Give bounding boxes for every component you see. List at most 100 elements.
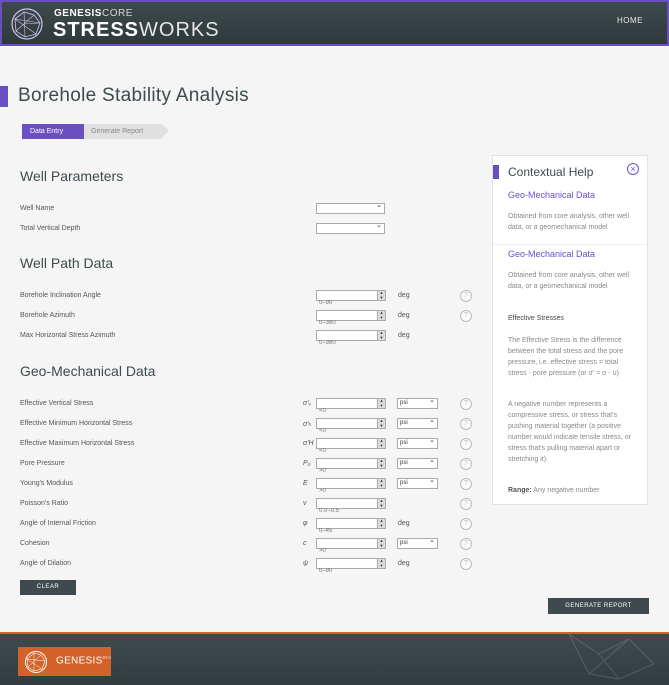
dilation-label: Angle of Dilation xyxy=(20,560,71,567)
dilation-unit: deg xyxy=(398,560,410,567)
dilation-input[interactable]: ▲▼ xyxy=(316,558,386,576)
help-question-icon[interactable]: ? xyxy=(460,498,472,510)
genesis-globe-icon xyxy=(25,651,47,673)
spinner-icon[interactable]: ▲ ▼ xyxy=(377,310,385,320)
azimuth-input[interactable]: ▲▼ xyxy=(316,310,386,328)
poissons-ratio-label: Poisson's Ratio xyxy=(20,500,69,507)
youngs-modulus-field[interactable] xyxy=(317,486,377,496)
generate-report-button[interactable]: GENERATE REPORT xyxy=(548,598,649,614)
youngs-modulus-input[interactable]: ▲▼ xyxy=(316,478,386,496)
eff-vertical-stress-field[interactable] xyxy=(317,406,377,416)
spinner-icon[interactable]: ▲ ▼ xyxy=(377,478,385,488)
spinner-icon[interactable]: ▲ ▼ xyxy=(377,538,385,548)
internal-friction-input[interactable]: ▲▼ xyxy=(316,518,386,536)
poissons-ratio-input[interactable]: ▲▼ xyxy=(316,498,386,516)
help-text-2: Obtained from core analysis, other well … xyxy=(508,272,629,290)
max-stress-azimuth-field[interactable] xyxy=(317,338,377,348)
inclination-input[interactable]: ▲▼ xyxy=(316,290,386,308)
pore-pressure-input[interactable]: ▲▼ xyxy=(316,458,386,476)
eff-vertical-stress-input[interactable]: ▲▼ xyxy=(316,398,386,416)
cohesion-unit-select[interactable]: psi xyxy=(397,536,438,549)
eff-min-horiz-stress-field[interactable] xyxy=(317,426,377,436)
app-header: GENESISCORE STRESSWORKS HOME xyxy=(0,0,669,46)
home-link[interactable]: HOME xyxy=(617,16,643,25)
help-question-icon[interactable]: ? xyxy=(460,458,472,470)
help-title: Contextual Help xyxy=(508,165,594,179)
spinner-icon[interactable]: ▲ ▼ xyxy=(377,418,385,428)
brand-main: STRESSWORKS xyxy=(53,19,220,41)
eff-max-horiz-stress-field[interactable] xyxy=(317,446,377,456)
eff-min-horiz-stress-unit-select[interactable]: psi xyxy=(397,416,438,429)
eff-vertical-stress-symbol: σ'ᵥ xyxy=(303,400,312,407)
inclination-field[interactable] xyxy=(317,298,377,308)
close-icon[interactable]: × xyxy=(627,163,639,175)
help-accent-bar xyxy=(493,165,499,179)
poissons-ratio-field[interactable] xyxy=(317,506,377,516)
help-question-icon[interactable]: ? xyxy=(460,558,472,570)
max-stress-azimuth-unit: deg xyxy=(398,332,410,339)
spinner-icon[interactable]: ▲ ▼ xyxy=(377,458,385,468)
step-data-entry[interactable]: Data Entry xyxy=(22,124,91,139)
help-question-icon[interactable]: ? xyxy=(460,538,472,550)
step-generate-report[interactable]: Generate Report xyxy=(84,124,169,139)
spinner-icon[interactable]: ▲ ▼ xyxy=(377,498,385,508)
dilation-field[interactable] xyxy=(317,566,377,576)
eff-min-horiz-stress-input[interactable]: ▲▼ xyxy=(316,418,386,436)
help-divider xyxy=(493,244,647,245)
max-stress-azimuth-input[interactable]: ▲▼ xyxy=(316,330,386,348)
help-question-icon[interactable]: ? xyxy=(460,518,472,530)
eff-min-horiz-stress-symbol: σ'ₕ xyxy=(303,421,312,428)
help-question-icon[interactable]: ? xyxy=(460,310,472,322)
well-name-label: Well Name xyxy=(20,205,55,212)
cohesion-input[interactable]: ▲▼ xyxy=(316,538,386,556)
pore-pressure-field[interactable] xyxy=(317,466,377,476)
cohesion-label: Cohesion xyxy=(20,540,50,547)
cohesion-field[interactable] xyxy=(317,546,377,556)
eff-max-horiz-stress-input[interactable]: ▲▼ xyxy=(316,438,386,456)
poissons-ratio-symbol: v xyxy=(303,500,307,507)
brand-top: GENESISCORE xyxy=(54,8,133,19)
section-geo-mechanical-data: Geo-Mechanical Data xyxy=(20,363,156,379)
help-text-3: The Effective Stress is the difference b… xyxy=(508,337,624,377)
help-heading-1: Geo-Mechanical Data xyxy=(508,190,596,200)
eff-max-horiz-stress-unit-select[interactable]: psi xyxy=(397,436,438,449)
help-question-icon[interactable]: ? xyxy=(460,478,472,490)
footer-logo[interactable]: GENESISRTC xyxy=(18,647,111,676)
help-question-icon[interactable]: ? xyxy=(460,398,472,410)
help-question-icon[interactable]: ? xyxy=(460,438,472,450)
tvd-label: Total Vertical Depth xyxy=(20,225,81,232)
genesis-globe-icon xyxy=(11,8,43,40)
eff-vertical-stress-label: Effective Vertical Stress xyxy=(20,400,94,407)
app-footer: GENESISRTC xyxy=(0,632,669,685)
cohesion-symbol: c xyxy=(303,540,307,547)
help-subheading: Effective Stresses xyxy=(508,315,564,322)
pore-pressure-unit-select[interactable]: psi xyxy=(397,456,438,469)
spinner-icon[interactable]: ▲ ▼ xyxy=(377,398,385,408)
azimuth-label: Borehole Azimuth xyxy=(20,312,75,319)
internal-friction-symbol: φ xyxy=(303,520,308,527)
help-text-1: Obtained from core analysis, other well … xyxy=(508,213,629,231)
spinner-icon[interactable]: ▲ ▼ xyxy=(377,438,385,448)
title-accent-bar xyxy=(0,86,8,107)
well-name-select[interactable] xyxy=(316,201,385,214)
eff-vertical-stress-unit-select[interactable]: psi xyxy=(397,396,438,409)
spinner-icon[interactable]: ▲ ▼ xyxy=(377,558,385,568)
decorative-mesh-icon xyxy=(568,634,655,680)
contextual-help-panel: Contextual Help × Geo-Mechanical Data Ob… xyxy=(492,155,648,505)
azimuth-unit: deg xyxy=(398,312,410,319)
spinner-icon[interactable]: ▲ ▼ xyxy=(377,518,385,528)
azimuth-field[interactable] xyxy=(317,318,377,328)
section-well-path-data: Well Path Data xyxy=(20,255,114,271)
youngs-modulus-unit-select[interactable]: psi xyxy=(397,476,438,489)
help-question-icon[interactable]: ? xyxy=(460,418,472,430)
help-text-4: A negative number represents a compressi… xyxy=(508,401,631,463)
clear-button[interactable]: CLEAR xyxy=(20,580,76,595)
eff-min-horiz-stress-label: Effective Minimum Horizontal Stress xyxy=(20,420,133,427)
tvd-select[interactable] xyxy=(316,221,385,234)
internal-friction-label: Angle of Internal Friction xyxy=(20,520,96,527)
help-question-icon[interactable]: ? xyxy=(460,290,472,302)
spinner-icon[interactable]: ▲ ▼ xyxy=(377,330,385,340)
spinner-icon[interactable]: ▲ ▼ xyxy=(377,290,385,300)
internal-friction-field[interactable] xyxy=(317,526,377,536)
internal-friction-unit: deg xyxy=(398,520,410,527)
